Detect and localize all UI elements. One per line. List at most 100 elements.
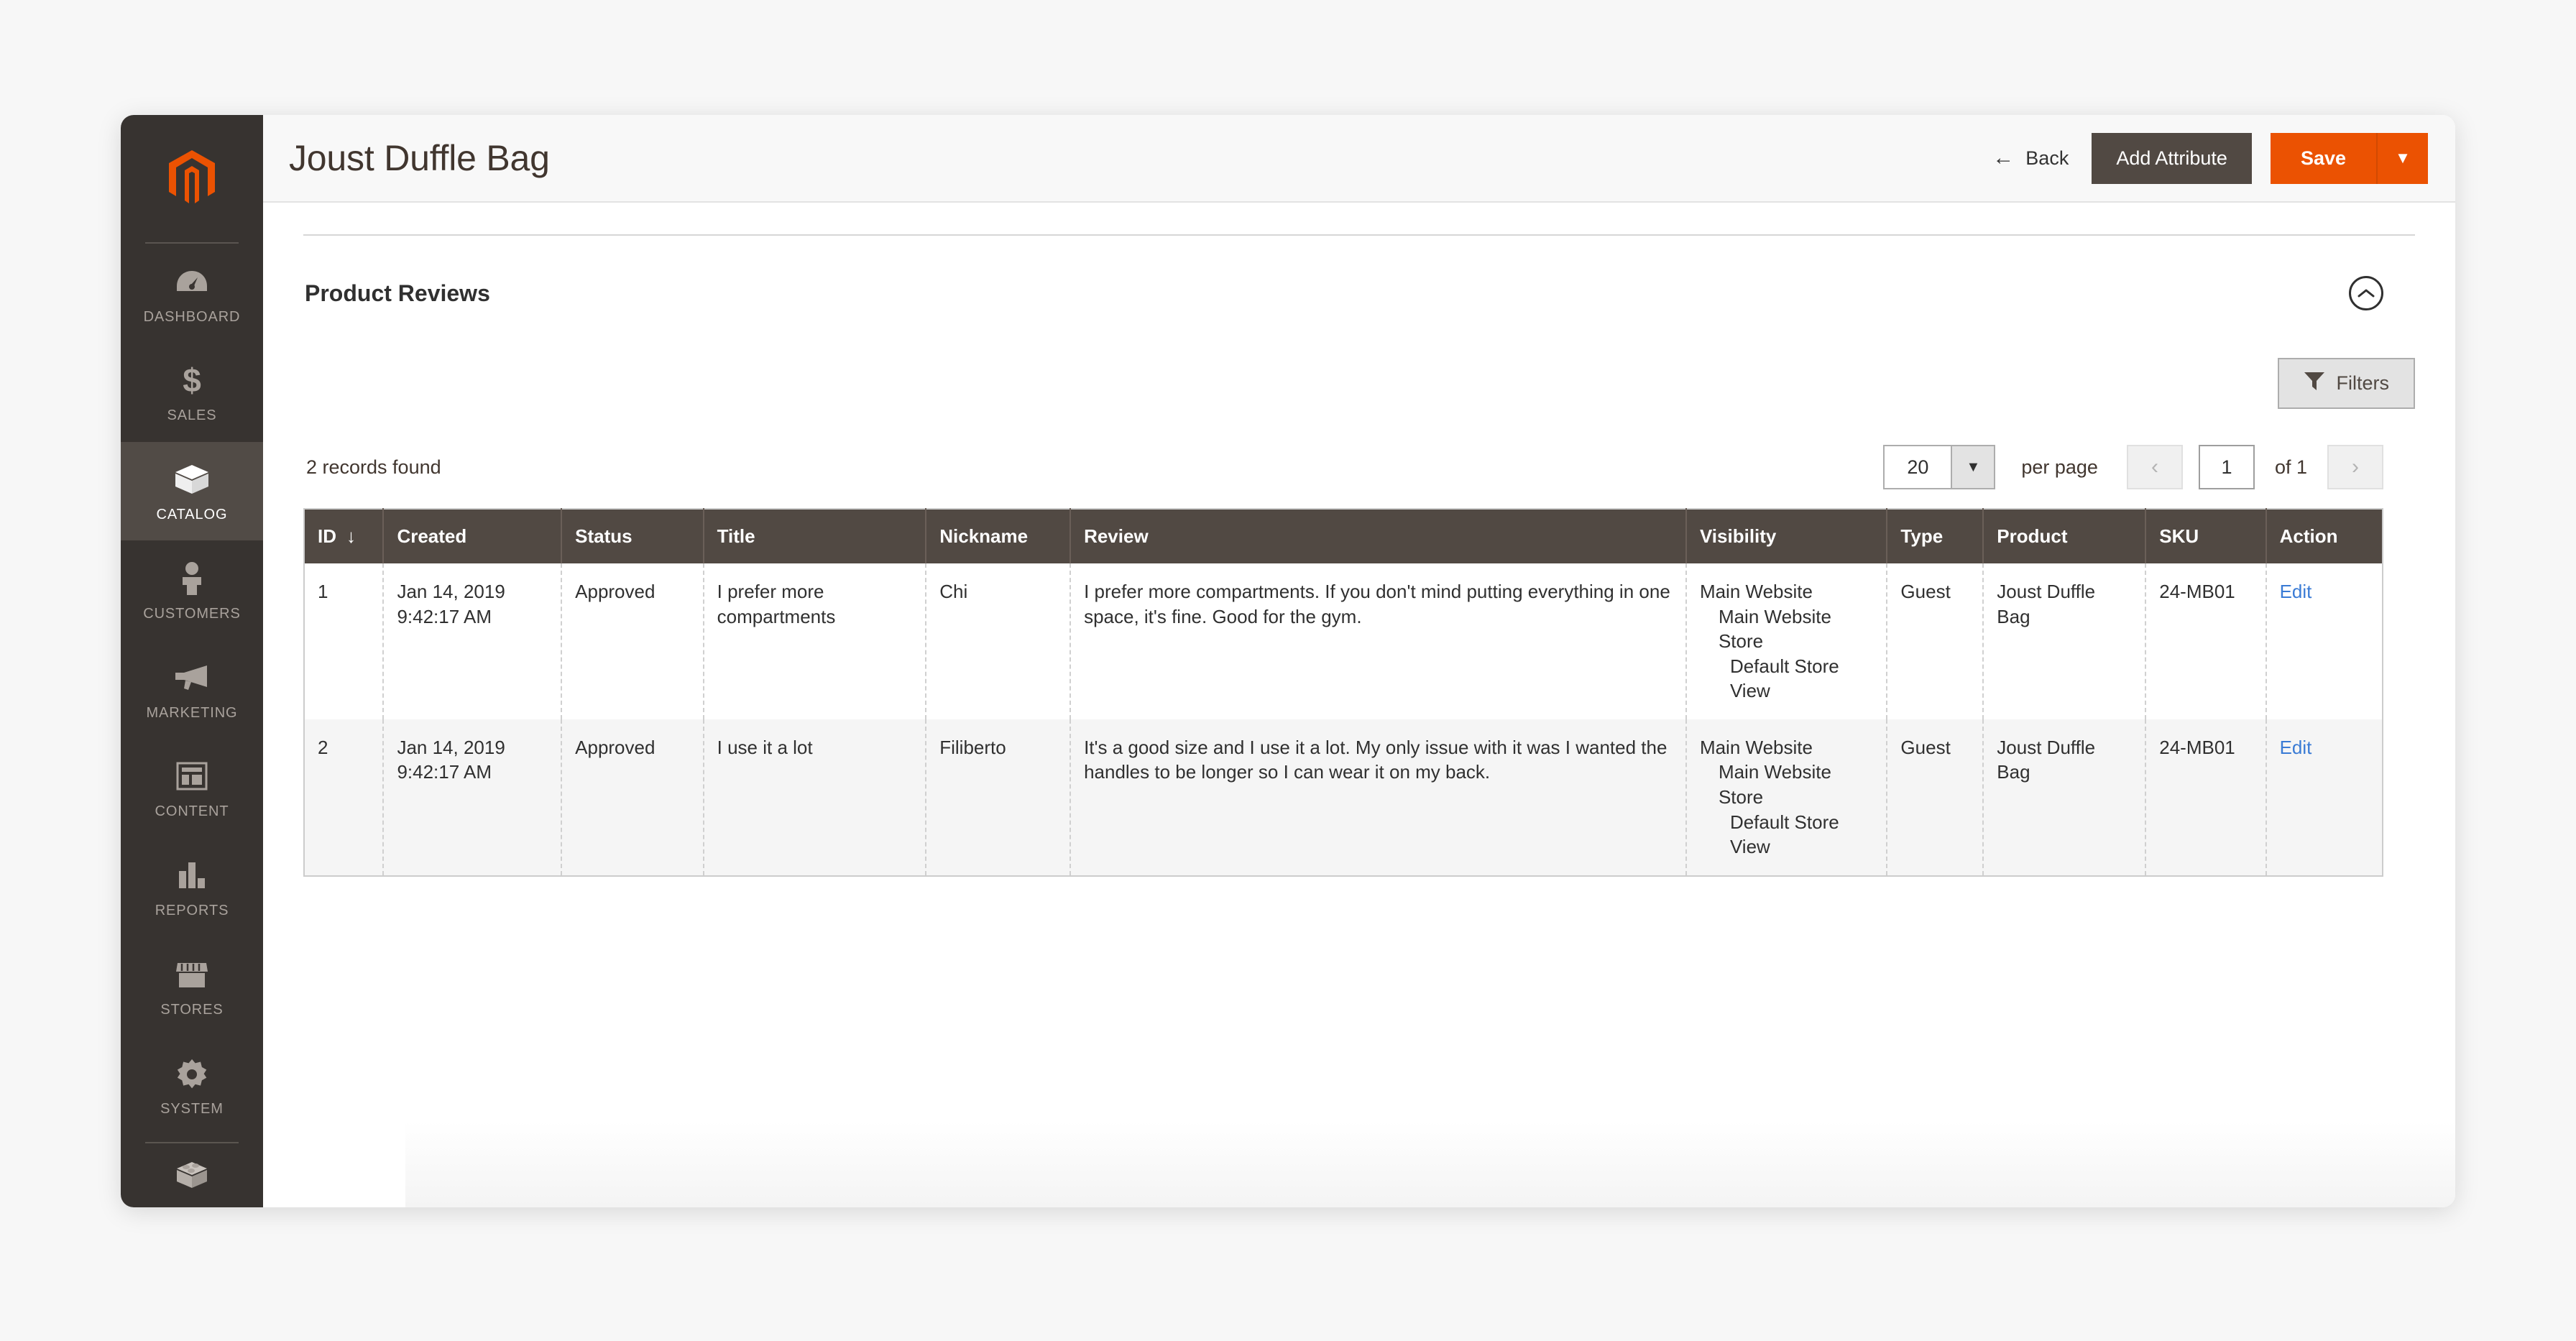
admin-window: Dashboard $ Sales Catalog Customers Mark… — [121, 115, 2455, 1207]
svg-text:$: $ — [183, 363, 201, 397]
table-row[interactable]: 2 Jan 14, 2019 9:42:17 AM Approved I use… — [304, 719, 2383, 876]
back-label: Back — [2025, 147, 2069, 169]
sidebar-item-content[interactable]: Content — [121, 739, 263, 838]
visibility-website: Main Website — [1699, 736, 1813, 758]
column-header-type[interactable]: Type — [1887, 509, 1984, 563]
cell-type: Guest — [1887, 563, 1984, 719]
sidebar-item-label: Stores — [160, 1001, 224, 1018]
visibility-website: Main Website — [1699, 581, 1813, 602]
content-scroll-area: Product Reviews Filters 2 records found — [263, 203, 2455, 1207]
visibility-store-view: Default Store View — [1729, 811, 1839, 858]
cell-visibility: Main Website Main Website Store Default … — [1685, 719, 1888, 876]
sidebar-item-label: Catalog — [156, 507, 228, 523]
visibility-store-view: Default Store View — [1729, 655, 1839, 702]
cell-title: I prefer more compartments — [703, 563, 927, 719]
cell-nickname: Filiberto — [926, 719, 1072, 876]
sidebar-item-system[interactable]: System — [121, 1036, 263, 1135]
next-page-button[interactable]: › — [2327, 445, 2383, 489]
previous-page-button[interactable]: ‹ — [2126, 445, 2183, 489]
filters-label: Filters — [2336, 372, 2390, 394]
save-button[interactable]: Save — [2271, 133, 2376, 184]
cell-action: Edit — [2266, 719, 2383, 876]
cell-created: Jan 14, 2019 9:42:17 AM — [383, 719, 563, 876]
cell-review: I prefer more compartments. If you don't… — [1070, 563, 1687, 719]
cell-status: Approved — [561, 719, 704, 876]
table-row[interactable]: 1 Jan 14, 2019 9:42:17 AM Approved I pre… — [304, 563, 2383, 719]
cell-visibility: Main Website Main Website Store Default … — [1685, 563, 1888, 719]
cell-status: Approved — [561, 563, 704, 719]
main-sidebar: Dashboard $ Sales Catalog Customers Mark… — [121, 115, 263, 1207]
scrolled-content-remnant — [303, 203, 2415, 234]
sidebar-item-label: Marketing — [146, 704, 238, 721]
extensions-icon — [174, 1156, 210, 1194]
column-header-created[interactable]: Created — [383, 509, 563, 563]
cell-sku: 24-MB01 — [2145, 563, 2267, 719]
created-time: 9:42:17 AM — [397, 605, 492, 627]
section-title: Product Reviews — [305, 280, 490, 306]
sidebar-item-marketing[interactable]: Marketing — [121, 640, 263, 739]
total-pages-label: of 1 — [2274, 456, 2307, 478]
column-header-status[interactable]: Status — [561, 509, 704, 563]
table-header-row: ID ↓ Created Status Title Nickname Review… — [304, 509, 2383, 563]
per-page-label: per page — [2021, 456, 2098, 478]
bar-chart-icon — [176, 857, 208, 894]
magento-logo-icon — [169, 150, 215, 208]
cell-review: It's a good size and I use it a lot. My … — [1070, 719, 1687, 876]
sidebar-item-label: Dashboard — [143, 308, 241, 325]
sidebar-item-catalog[interactable]: Catalog — [121, 441, 263, 541]
table-body: 1 Jan 14, 2019 9:42:17 AM Approved I pre… — [304, 563, 2383, 876]
main-area: Joust Duffle Bag ← Back Add Attribute Sa… — [263, 115, 2455, 1207]
per-page-value: 20 — [1907, 456, 1929, 478]
chevron-up-circle-icon[interactable] — [2349, 276, 2383, 310]
box-icon — [174, 461, 210, 498]
sidebar-item-extensions[interactable] — [121, 1146, 263, 1207]
sidebar-item-sales[interactable]: $ Sales — [121, 343, 263, 442]
sidebar-item-stores[interactable]: Stores — [121, 937, 263, 1036]
page-title: Joust Duffle Bag — [289, 138, 550, 178]
storefront-icon — [175, 956, 209, 993]
edit-link[interactable]: Edit — [2280, 737, 2312, 758]
sidebar-item-label: Reports — [155, 903, 229, 919]
pager-bar: 2 records found 20 ▼ per page ‹ 1 of 1 › — [303, 409, 2415, 508]
cell-product: Joust Duffle Bag — [1983, 563, 2147, 719]
cell-product: Joust Duffle Bag — [1983, 719, 2147, 876]
cell-nickname: Chi — [926, 563, 1072, 719]
column-header-review[interactable]: Review — [1070, 509, 1687, 563]
magento-logo[interactable] — [121, 115, 263, 244]
column-header-visibility[interactable]: Visibility — [1685, 509, 1888, 563]
product-reviews-section-header: Product Reviews — [303, 236, 2415, 339]
visibility-store: Main Website Store — [1718, 605, 1831, 653]
layout-icon — [176, 757, 208, 795]
column-header-product[interactable]: Product — [1983, 509, 2147, 563]
per-page-select[interactable]: 20 ▼ — [1883, 445, 1996, 489]
funnel-icon — [2304, 371, 2325, 396]
column-header-sku[interactable]: SKU — [2145, 509, 2267, 563]
filters-button[interactable]: Filters — [2277, 358, 2415, 409]
sidebar-item-label: Customers — [143, 605, 241, 622]
cell-sku: 24-MB01 — [2145, 719, 2267, 876]
save-button-group: Save ▼ — [2270, 132, 2428, 184]
person-icon — [179, 560, 205, 597]
sidebar-item-dashboard[interactable]: Dashboard — [121, 244, 263, 343]
sidebar-item-reports[interactable]: Reports — [121, 838, 263, 937]
column-header-id[interactable]: ID ↓ — [304, 509, 385, 563]
dollar-icon: $ — [180, 361, 204, 399]
edit-link[interactable]: Edit — [2280, 581, 2312, 602]
column-header-title[interactable]: Title — [703, 509, 927, 563]
chevron-left-icon: ‹ — [2150, 455, 2158, 479]
reviews-grid-wrapper: ID ↓ Created Status Title Nickname Review… — [303, 508, 2415, 877]
page-header: Joust Duffle Bag ← Back Add Attribute Sa… — [263, 115, 2455, 203]
chevron-right-icon: › — [2352, 455, 2359, 479]
product-reviews-table: ID ↓ Created Status Title Nickname Review… — [303, 508, 2383, 877]
sidebar-item-customers[interactable]: Customers — [121, 540, 263, 640]
back-button[interactable]: ← Back — [1988, 142, 2073, 175]
table-header: ID ↓ Created Status Title Nickname Review… — [304, 509, 2383, 563]
header-actions: ← Back Add Attribute Save ▼ — [1988, 132, 2428, 184]
page-number-input[interactable]: 1 — [2198, 445, 2255, 489]
caret-down-icon[interactable]: ▼ — [1951, 446, 1995, 488]
caret-down-icon[interactable]: ▼ — [2376, 132, 2428, 184]
add-attribute-button[interactable]: Add Attribute — [2092, 132, 2252, 184]
records-found-text: 2 records found — [306, 456, 441, 478]
sort-desc-icon: ↓ — [346, 525, 356, 547]
column-header-nickname[interactable]: Nickname — [926, 509, 1072, 563]
